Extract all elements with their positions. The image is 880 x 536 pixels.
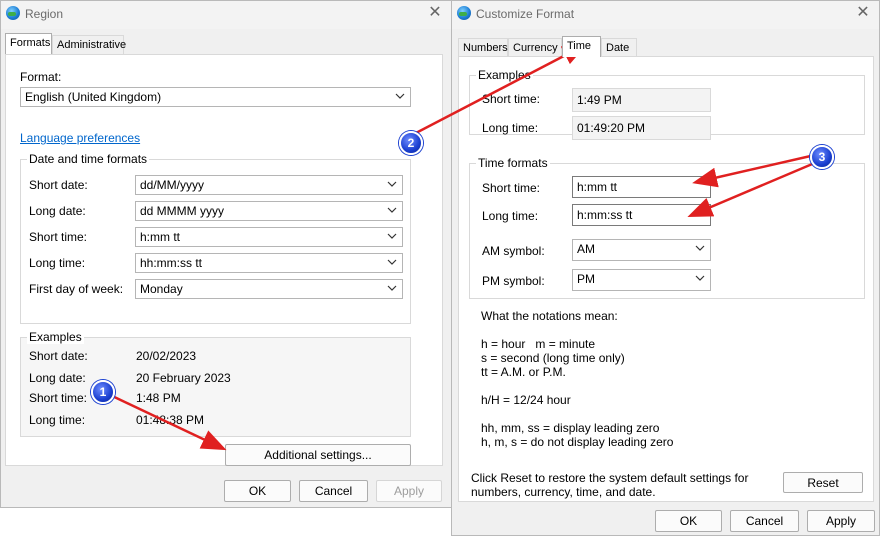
- arrow-3a: [692, 153, 816, 188]
- arrow-2: [413, 43, 588, 136]
- annotation-badge-1: 1: [91, 380, 115, 404]
- annotation-arrows: [107, 43, 818, 451]
- tab-time[interactable]: Time: [562, 36, 601, 57]
- annotation-badge-3: 3: [810, 145, 834, 169]
- arrow-1: [107, 392, 227, 451]
- annotation-badge-2: 2: [399, 131, 423, 155]
- tab-formats[interactable]: Formats: [5, 33, 52, 54]
